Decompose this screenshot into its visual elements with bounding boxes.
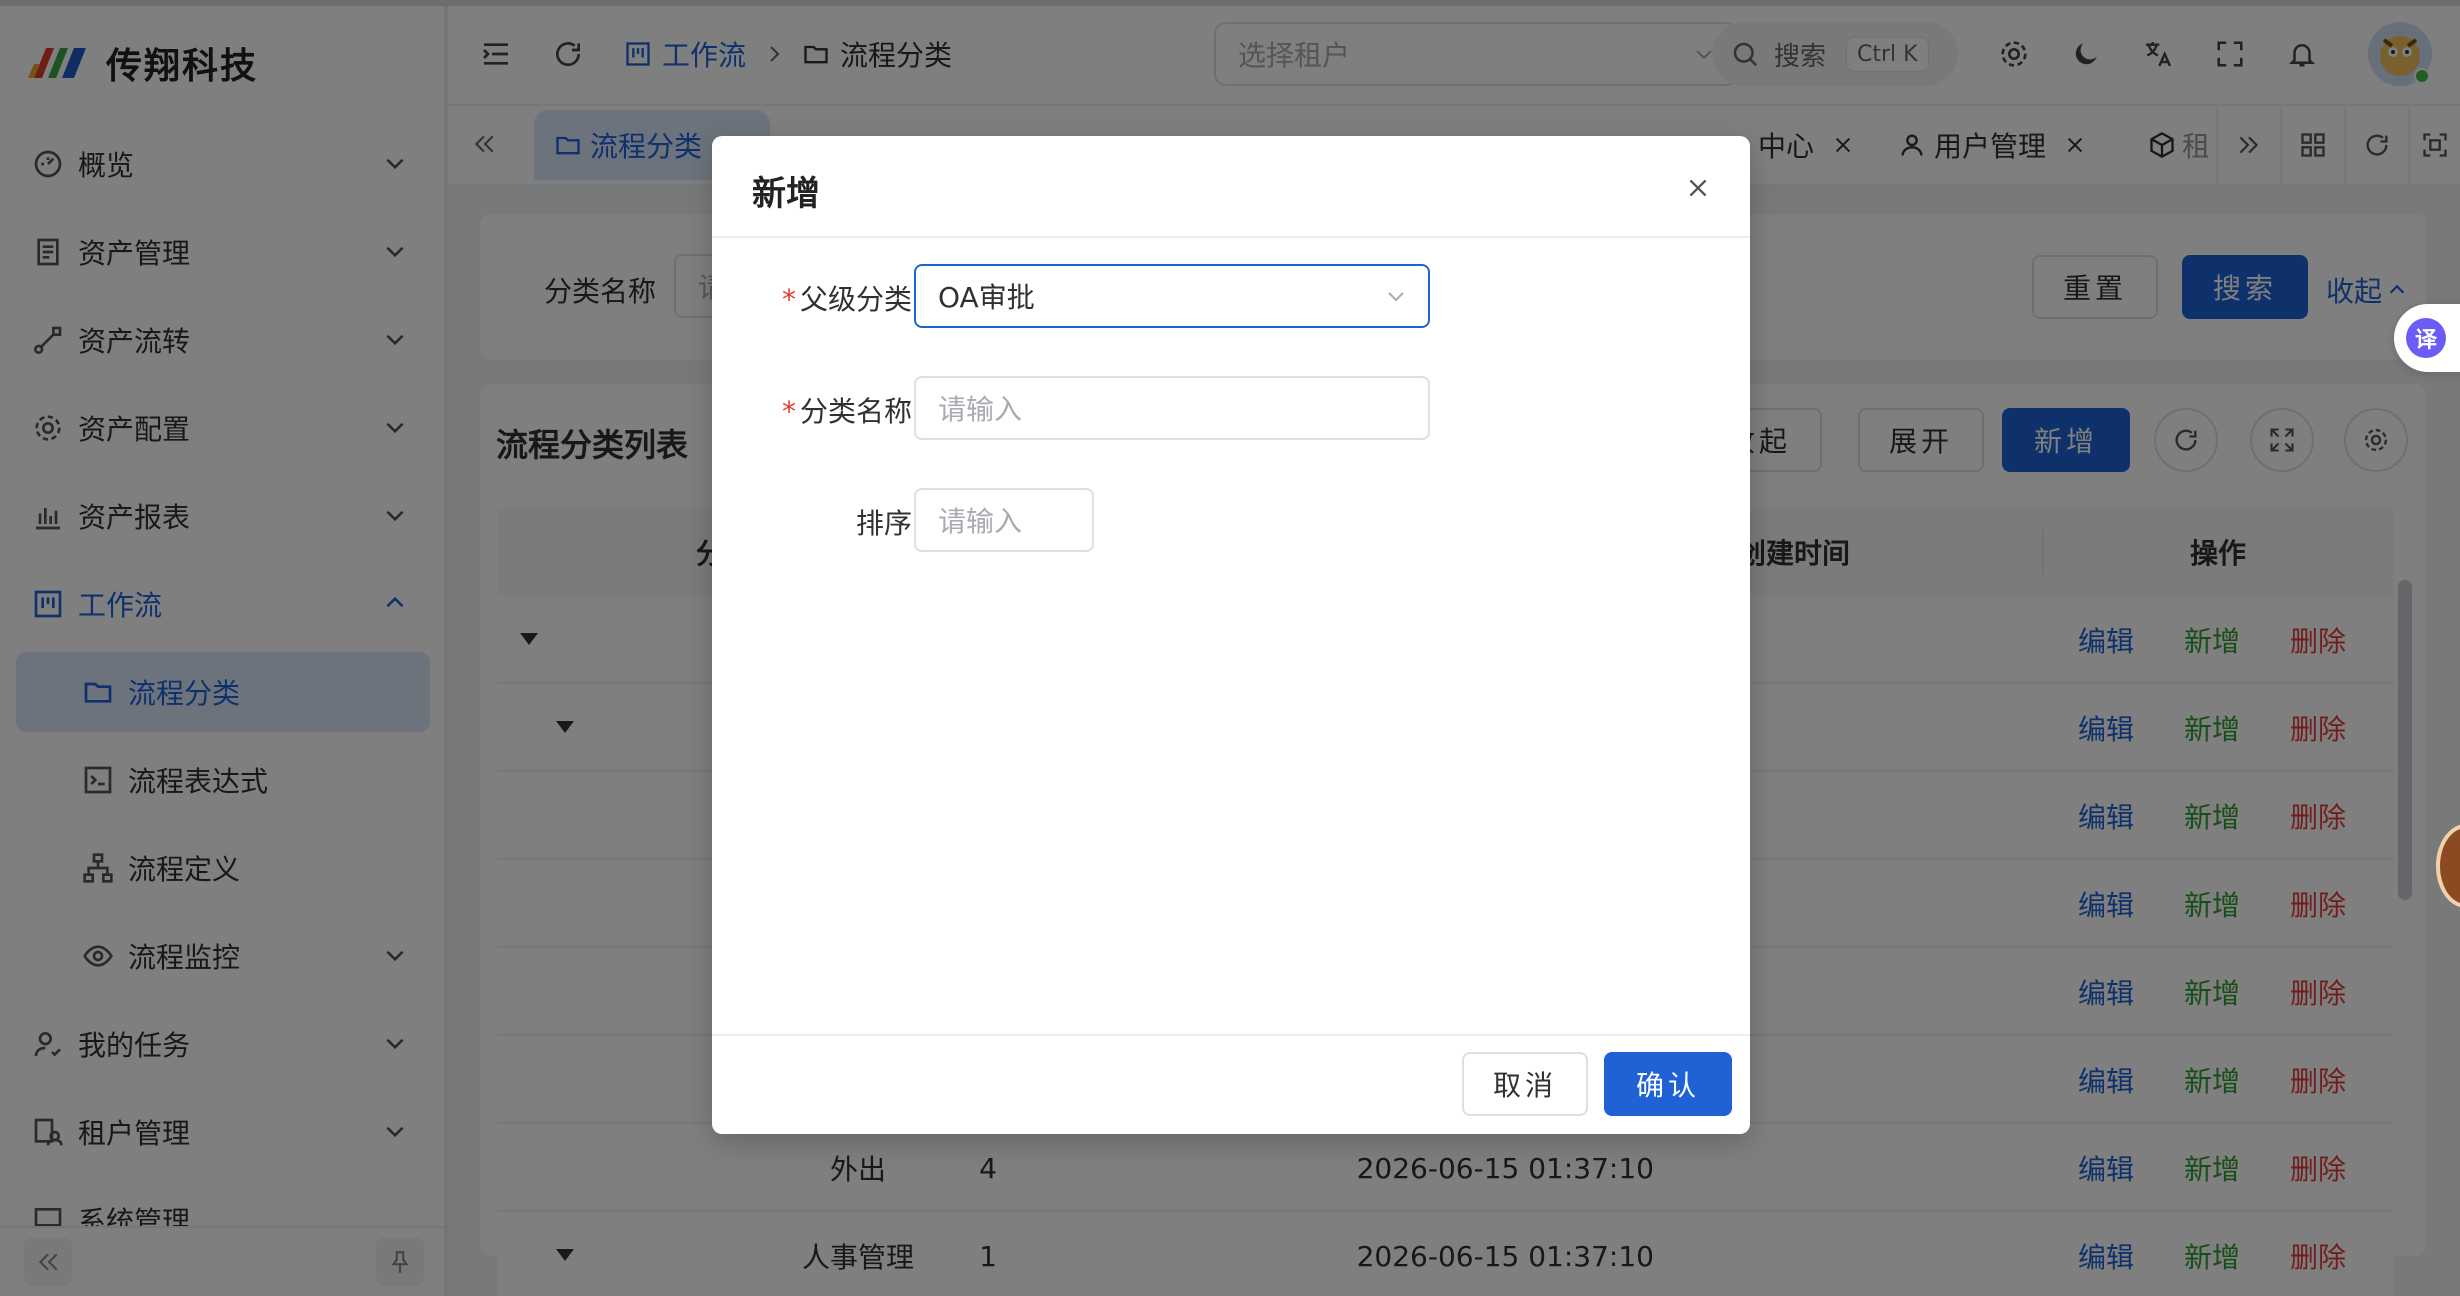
dialog-close-button[interactable]	[1676, 166, 1720, 210]
parent-category-value: OA审批	[938, 281, 1035, 314]
category-name-label: * 分类名称	[712, 390, 912, 430]
sort-input[interactable]: 请输入	[914, 488, 1094, 552]
parent-category-select[interactable]: OA审批	[914, 264, 1430, 328]
add-category-dialog: 新增 * 父级分类 OA审批 * 分类名称 请输入 排序 请输入 取消 确认	[712, 136, 1750, 1134]
sort-label: 排序	[712, 502, 912, 542]
dialog-title: 新增	[752, 174, 820, 214]
required-mark: *	[781, 395, 796, 428]
category-name-input[interactable]: 请输入	[914, 376, 1430, 440]
chevron-down-icon	[1388, 292, 1404, 302]
parent-category-label: * 父级分类	[712, 278, 912, 318]
confirm-label: 确认	[1635, 1069, 1700, 1102]
cancel-button[interactable]: 取消	[1462, 1052, 1588, 1116]
cancel-label: 取消	[1492, 1069, 1557, 1102]
category-name-placeholder: 请输入	[938, 393, 1023, 426]
sort-label-text: 排序	[855, 507, 912, 540]
dialog-header-divider	[712, 236, 1750, 238]
translate-badge: 译	[2406, 318, 2446, 358]
translate-label: 译	[2414, 328, 2437, 353]
required-mark: *	[781, 283, 796, 316]
category-name-label-text: 分类名称	[799, 395, 912, 428]
parent-category-label-text: 父级分类	[799, 283, 912, 316]
confirm-button[interactable]: 确认	[1604, 1052, 1732, 1116]
translate-float-button[interactable]: 译	[2394, 304, 2460, 372]
close-icon	[1689, 179, 1707, 197]
sort-placeholder: 请输入	[938, 505, 1023, 538]
dialog-footer-divider	[712, 1034, 1750, 1036]
